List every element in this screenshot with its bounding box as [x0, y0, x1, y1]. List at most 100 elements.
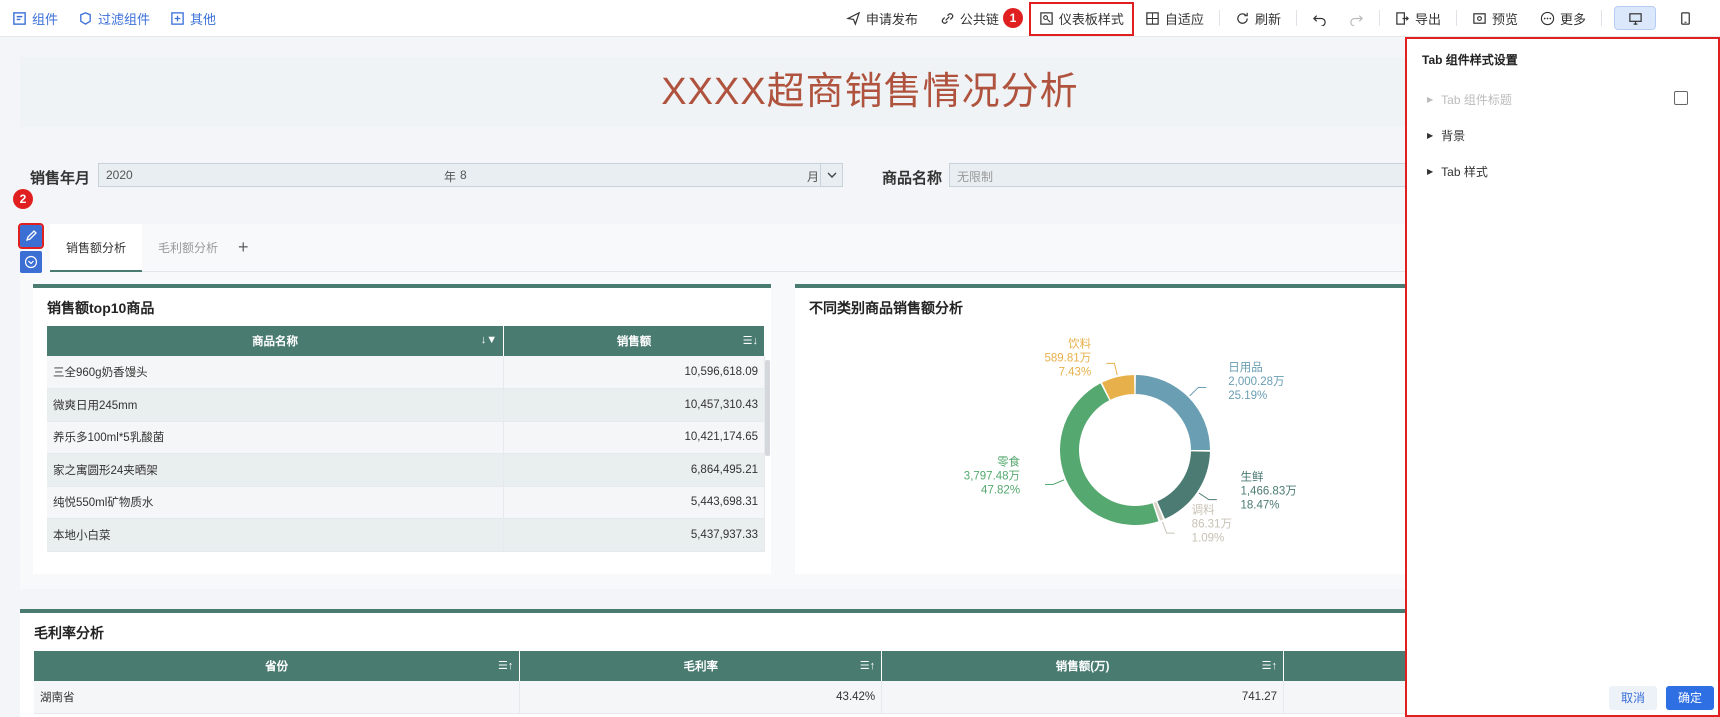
donut-slice-3[interactable] [1060, 383, 1159, 525]
slice-label-1-2: 18.47% [1240, 500, 1279, 512]
product-name-cell: 家之寓圆形24夹晒架 [47, 453, 505, 487]
pie-panel: 不同类别商品销售额分析 日用品 2,000.28万 25.19% 生鲜 1,466.83… [795, 284, 1405, 574]
more-icon [1540, 11, 1555, 26]
col-product-name[interactable]: 商品名称 ↓▼ [47, 326, 505, 356]
expand-icon: ▶ [1427, 131, 1434, 140]
preview-icon [1472, 11, 1487, 26]
sort-icon[interactable]: ☰↑ [498, 659, 513, 672]
tab-title-checkbox[interactable] [1674, 91, 1688, 105]
donut-slice-0[interactable] [1135, 375, 1210, 450]
sort-icon[interactable]: ↓▼ [481, 334, 497, 346]
redo-icon [1349, 11, 1364, 26]
dashboard-style-label: 仪表板样式 [1058, 12, 1124, 27]
col-sales-wan[interactable]: 销售额(万) ☰↑ [881, 651, 1285, 681]
table-row[interactable]: 微爽日用245mm 10,457,310.43 [47, 388, 765, 422]
slice-label-2-0: 调料 [1192, 502, 1215, 516]
add-tab-icon[interactable]: + [238, 237, 249, 258]
province-cell: 湖南省 [34, 681, 521, 714]
collapse-tab-button[interactable] [20, 251, 42, 273]
setting-tab-style[interactable]: ▶ Tab 样式 [1427, 163, 1488, 180]
margin-title: 毛利率分析 [34, 625, 104, 641]
filter-component-icon [78, 11, 93, 26]
undo-button[interactable] [1301, 11, 1338, 26]
table-row[interactable]: 家之寓圆形24夹晒架 6,864,495.21 [47, 453, 765, 487]
slice-label-1-1: 1,466.83万 [1240, 486, 1296, 498]
sales-cell: 5,437,937.33 [503, 518, 765, 552]
product-name-cell: 三全960g奶香馒头 [47, 356, 505, 389]
expand-icon: ▶ [1427, 167, 1434, 176]
product-name-cell: 养乐多100ml*5乳酸菌 [47, 421, 505, 454]
apply-publish-label: 申请发布 [865, 11, 918, 27]
table-row[interactable]: 湖南省 43.42% 741.27 [34, 681, 1405, 714]
desktop-icon [1628, 11, 1643, 26]
component-button[interactable]: 组件 [12, 9, 58, 28]
cancel-button[interactable]: 取消 [1609, 686, 1657, 710]
adaptive-button[interactable]: 自适应 [1134, 9, 1215, 28]
slice-label-3-0: 零食 [997, 455, 1020, 469]
filter-component-label: 过滤组件 [98, 11, 151, 27]
tab-sales-analysis[interactable]: 销售额分析 [50, 223, 143, 272]
margin-table: 省份 ☰↑ 毛利率 ☰↑ 销售额(万) ☰↑ 湖南省 43.42% 741.27 [34, 651, 1405, 714]
product-filter[interactable]: 无限制 [949, 163, 1405, 187]
table-row[interactable]: 本地小白菜 5,437,937.33 [47, 518, 765, 552]
year-value: 2020 [106, 168, 133, 182]
dashboard-style-button[interactable]: 仪表板样式 [1028, 1, 1134, 36]
year-unit: 年 [444, 170, 457, 184]
table-row[interactable]: 三全960g奶香馒头 10,596,618.09 [47, 356, 765, 389]
tab-edit-tools [18, 223, 44, 277]
dashboard-canvas: XXXX超商销售情况分析 销售年月 2020 年 8 月 商品名称 无限制 2 … [0, 37, 1405, 717]
margin-panel: 毛利率分析 省份 ☰↑ 毛利率 ☰↑ 销售额(万) ☰↑ 湖南省 43.42% 741.2… [20, 609, 1405, 717]
chevron-circle-icon [24, 255, 38, 269]
export-button[interactable]: 导出 [1384, 9, 1452, 28]
more-button[interactable]: 更多 [1529, 9, 1597, 28]
col-gross-margin[interactable]: 毛利率 ☰↑ [519, 651, 883, 681]
table-row[interactable]: 纯悦550ml矿物质水 5,443,698.31 [47, 486, 765, 519]
redo-button[interactable] [1338, 11, 1375, 26]
confirm-button[interactable]: 确定 [1666, 686, 1714, 710]
link-icon [940, 11, 955, 26]
send-icon [845, 11, 861, 26]
sort-icon[interactable]: ☰↑ [1262, 659, 1277, 672]
edit-tab-button[interactable] [18, 223, 44, 249]
sales-cell: 10,457,310.43 [503, 388, 765, 422]
table-row[interactable]: 养乐多100ml*5乳酸菌 10,421,174.65 [47, 421, 765, 454]
mobile-view-button[interactable] [1664, 6, 1706, 30]
apply-publish-button[interactable]: 申请发布 [835, 9, 929, 28]
refresh-icon [1235, 11, 1250, 26]
adaptive-label: 自适应 [1164, 11, 1204, 27]
public-link-button[interactable]: 公共链 [929, 9, 1003, 28]
other-button[interactable]: 其他 [170, 9, 216, 28]
slice-label-2-1: 86.31万 [1192, 518, 1232, 530]
year-month-filter[interactable]: 2020 年 8 月 [98, 163, 843, 187]
slice-label-0-1: 2,000.28万 [1228, 376, 1284, 388]
product-name-cell: 本地小白菜 [47, 518, 505, 552]
filter-component-button[interactable]: 过滤组件 [78, 9, 150, 28]
top10-title: 销售额top10商品 [47, 300, 155, 316]
month-value: 8 [460, 168, 467, 182]
sales-wan-cell: 741.27 [881, 681, 1285, 714]
setting-background[interactable]: ▶ 背景 [1427, 127, 1465, 144]
month-unit: 月 [807, 170, 820, 184]
tab-gross-profit-analysis[interactable]: 毛利额分析 [142, 224, 234, 272]
other-label: 其他 [190, 11, 217, 27]
mobile-icon [1678, 11, 1693, 26]
filter-row: 销售年月 2020 年 8 月 商品名称 无限制 [20, 147, 1405, 217]
refresh-button[interactable]: 刷新 [1224, 9, 1292, 28]
desktop-view-button[interactable] [1614, 6, 1656, 30]
slice-leader-3 [1044, 479, 1065, 486]
sales-cell: 10,421,174.65 [503, 421, 765, 454]
settings-title: Tab 组件样式设置 [1422, 53, 1518, 67]
step-badge-1: 1 [1002, 8, 1023, 28]
sort-icon[interactable]: ☰↑ [860, 659, 875, 672]
sort-icon[interactable]: ☰↓ [743, 334, 758, 347]
col-sales[interactable]: 销售额 ☰↓ [503, 326, 765, 356]
slice-label-1-0: 生鲜 [1240, 470, 1264, 484]
chevron-down-icon[interactable] [820, 164, 842, 186]
adaptive-icon [1145, 11, 1160, 26]
col-province[interactable]: 省份 ☰↑ [34, 651, 521, 681]
setting-tab-title[interactable]: ▶ Tab 组件标题 [1427, 91, 1512, 108]
sales-cell: 6,864,495.21 [503, 453, 765, 487]
slice-leader-1 [1198, 492, 1217, 501]
table-scrollbar[interactable] [765, 360, 770, 456]
preview-button[interactable]: 预览 [1461, 9, 1529, 28]
